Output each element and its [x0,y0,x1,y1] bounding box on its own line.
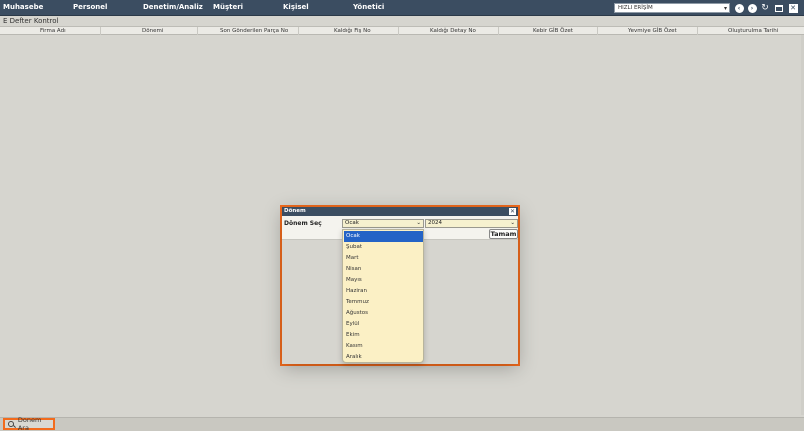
menu-musteri[interactable]: Müşteri [213,3,243,11]
month-option-agustos[interactable]: Ağustos [344,308,423,319]
month-option-ekim[interactable]: Ekim [344,330,423,341]
close-window-icon[interactable]: ✕ [788,3,798,13]
grid-header: Firma Adı Dönemi Son Gönderilen Parça No… [0,27,804,35]
chevron-down-icon: ⌄ [510,220,515,226]
month-dropdown-list: Ocak Şubat Mart Nisan Mayıs Haziran Temm… [342,229,424,363]
page-title: E Defter Kontrol [3,17,59,25]
col-kaldigi-fis-no[interactable]: Kaldığı Fiş No [334,27,371,35]
refresh-icon[interactable]: ↻ [760,3,770,13]
chevron-down-icon: ▾ [723,5,727,12]
year-select[interactable]: 2024 ⌄ [425,219,518,228]
back-icon[interactable]: ‹ [734,3,744,13]
menu-kisisel[interactable]: Kişisel [283,3,309,11]
month-option-mayis[interactable]: Mayıs [344,275,423,286]
month-option-eylul[interactable]: Eylül [344,319,423,330]
column-separator[interactable] [298,27,299,35]
dialog-title: Dönem [284,208,306,214]
column-separator[interactable] [398,27,399,35]
top-menu-bar: Muhasebe Personel Denetim/Analiz Müşteri… [0,0,804,16]
chevron-down-icon: ⌄ [416,220,421,226]
column-separator[interactable] [597,27,598,35]
column-separator[interactable] [197,27,198,35]
column-separator[interactable] [498,27,499,35]
col-kaldigi-detay-no[interactable]: Kaldığı Detay No [430,27,476,35]
tamam-button[interactable]: Tamam [489,229,518,239]
dialog-titlebar[interactable]: Dönem ✕ [282,207,518,216]
month-option-ocak[interactable]: Ocak [344,231,423,242]
menu-denetim-analiz[interactable]: Denetim/Analiz [143,3,203,11]
menu-muhasebe[interactable]: Muhasebe [3,3,43,11]
month-option-kasim[interactable]: Kasım [344,341,423,352]
col-yevmiye-gib-ozet[interactable]: Yevmiye GİB Özet [628,27,677,35]
month-option-mart[interactable]: Mart [344,253,423,264]
col-son-gonderilen-parca-no[interactable]: Son Gönderilen Parça No [220,27,288,35]
month-option-aralik[interactable]: Aralık [344,352,423,363]
month-option-haziran[interactable]: Haziran [344,286,423,297]
menu-yonetici[interactable]: Yönetici [353,3,384,11]
month-option-subat[interactable]: Şubat [344,242,423,253]
month-option-nisan[interactable]: Nisan [344,264,423,275]
col-olusturulma-tarihi[interactable]: Oluşturulma Tarihi [728,27,778,35]
donem-ara-label: Donem Ara [17,416,42,431]
donem-sec-label: Dönem Seç [284,220,322,227]
quick-access-value: HIZLI ERİŞİM [618,5,653,11]
bottom-toolbar [0,417,804,431]
month-select[interactable]: Ocak ⌄ [342,219,424,228]
month-option-temmuz[interactable]: Temmuz [344,297,423,308]
menu-personel[interactable]: Personel [73,3,107,11]
year-select-value: 2024 [428,220,442,226]
forward-icon[interactable]: › [747,3,757,13]
column-separator[interactable] [100,27,101,35]
column-separator[interactable] [697,27,698,35]
search-icon [8,421,14,427]
donem-ara-button[interactable]: Donem Ara [3,416,55,431]
col-donemi[interactable]: Dönemi [142,27,163,35]
col-firma-adi[interactable]: Firma Adı [40,27,66,35]
month-select-value: Ocak [345,220,359,226]
quick-access-select[interactable]: HIZLI ERİŞİM ▾ [614,3,730,13]
close-icon[interactable]: ✕ [509,208,516,215]
maximize-icon[interactable] [774,3,784,13]
col-kebir-gib-ozet[interactable]: Kebir GİB Özet [533,27,573,35]
